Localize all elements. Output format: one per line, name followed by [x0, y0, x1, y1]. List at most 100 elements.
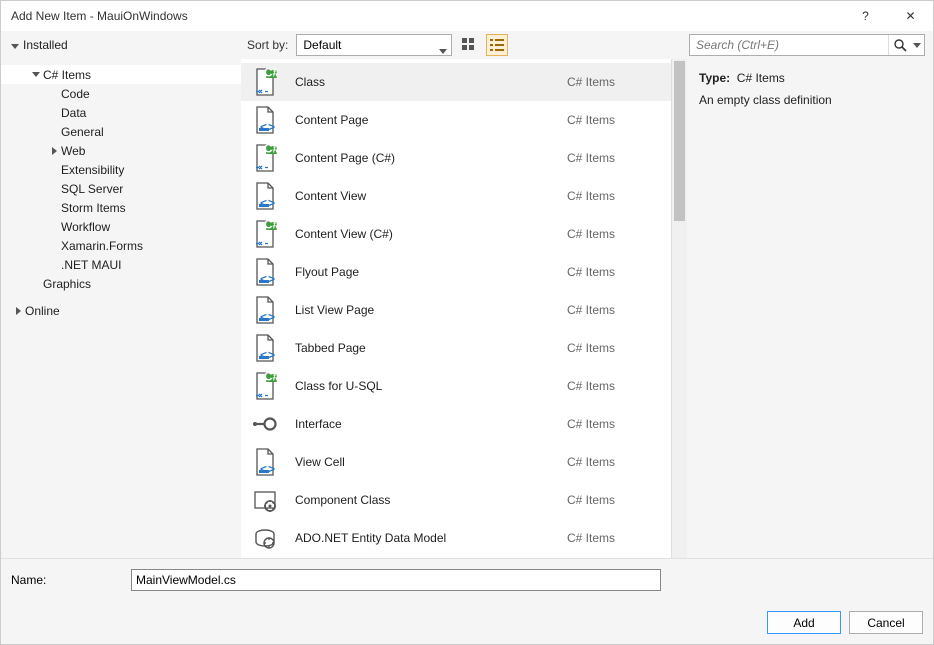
tree-item-label: Web	[61, 144, 85, 158]
template-row[interactable]: Class for U-SQL C# Items	[241, 367, 671, 405]
template-row[interactable]: Tabbed PageC# Items	[241, 329, 671, 367]
template-name: Interface	[295, 417, 551, 431]
template-category: C# Items	[567, 75, 657, 89]
view-list-button[interactable]	[486, 34, 508, 56]
template-row[interactable]: Flyout Page C# Items	[241, 253, 671, 291]
chevron-down-icon	[29, 72, 43, 77]
component-icon	[251, 486, 279, 514]
template-row[interactable]: View CellC# Items	[241, 443, 671, 481]
search-dropdown-button[interactable]	[910, 35, 924, 55]
template-name: Flyout Page	[295, 265, 551, 279]
close-button[interactable]: ✕	[888, 1, 933, 31]
chevron-down-icon	[11, 38, 19, 52]
tree-item-label: C# Items	[43, 68, 91, 82]
tree-item[interactable]: Graphics	[1, 274, 241, 293]
footer: Name: Add Cancel	[1, 558, 933, 644]
template-row[interactable]: Interface C# Items	[241, 405, 671, 443]
template-row[interactable]: Content Page (C#) C# Items	[241, 139, 671, 177]
cancel-button[interactable]: Cancel	[849, 611, 923, 634]
name-input[interactable]	[131, 569, 661, 591]
tree-item-label: Data	[61, 106, 86, 120]
template-category: C# Items	[567, 341, 657, 355]
tree-item[interactable]: .NET MAUI	[1, 255, 241, 274]
titlebar: Add New Item - MauiOnWindows ? ✕	[1, 1, 933, 31]
scrollbar-thumb[interactable]	[674, 61, 685, 221]
type-value: C# Items	[737, 71, 785, 85]
tree-item[interactable]: Data	[1, 103, 241, 122]
cs-icon	[251, 372, 279, 400]
tree-item-label: General	[61, 125, 104, 139]
sort-by-value: Default	[303, 38, 341, 52]
view-tiles-button[interactable]	[458, 34, 480, 56]
tree-item[interactable]: Xamarin.Forms	[1, 236, 241, 255]
details-panel: Type: C# Items An empty class definition	[687, 59, 933, 558]
template-row[interactable]: Component ClassC# Items	[241, 481, 671, 519]
add-button[interactable]: Add	[767, 611, 841, 634]
template-row[interactable]: List View Page C# Items	[241, 291, 671, 329]
template-category: C# Items	[567, 265, 657, 279]
xaml-icon	[251, 448, 279, 476]
scrollbar[interactable]	[671, 59, 687, 558]
template-row[interactable]: Content View (C#)C# Items	[241, 215, 671, 253]
template-row[interactable]: Content View C# Items	[241, 177, 671, 215]
tree-item[interactable]: General	[1, 122, 241, 141]
tree-item-label: .NET MAUI	[61, 258, 121, 272]
tree-item[interactable]: SQL Server	[1, 179, 241, 198]
sort-by-label: Sort by:	[247, 38, 288, 52]
template-row[interactable]: Content PageC# Items	[241, 101, 671, 139]
type-label: Type:	[699, 71, 730, 85]
template-category: C# Items	[567, 151, 657, 165]
template-name: Class	[295, 75, 551, 89]
template-category: C# Items	[567, 531, 657, 545]
template-name: Content Page	[295, 113, 551, 127]
template-name: Content Page (C#)	[295, 151, 551, 165]
name-label: Name:	[11, 573, 121, 587]
help-button[interactable]: ?	[843, 1, 888, 31]
installed-tab[interactable]: Installed	[11, 38, 68, 52]
tree-item[interactable]: C# Items	[1, 65, 241, 84]
xaml-icon	[251, 296, 279, 324]
template-row[interactable]: Class C# Items	[241, 63, 671, 101]
template-category: C# Items	[567, 493, 657, 507]
template-name: View Cell	[295, 455, 551, 469]
chevron-down-icon	[913, 43, 921, 48]
type-description: An empty class definition	[699, 93, 921, 107]
chevron-right-icon	[47, 147, 61, 155]
template-name: Content View	[295, 189, 551, 203]
xaml-icon	[251, 334, 279, 362]
tree-item-label: Workflow	[61, 220, 110, 234]
tree-item[interactable]: Workflow	[1, 217, 241, 236]
xaml-icon	[251, 258, 279, 286]
tree-item[interactable]: Storm Items	[1, 198, 241, 217]
tiles-icon	[462, 38, 476, 52]
sort-by-select[interactable]: Default	[296, 34, 452, 56]
toolbar: Installed Sort by: Default	[1, 31, 933, 59]
ado-icon	[251, 524, 279, 552]
tree-item[interactable]: Code	[1, 84, 241, 103]
tree-item-label: Graphics	[43, 277, 91, 291]
cs-icon	[251, 220, 279, 248]
search-input[interactable]	[690, 38, 888, 52]
search-icon	[893, 38, 907, 52]
template-name: Class for U-SQL	[295, 379, 551, 393]
template-category: C# Items	[567, 379, 657, 393]
interface-icon	[251, 410, 279, 438]
template-category: C# Items	[567, 189, 657, 203]
cs-icon	[251, 68, 279, 96]
chevron-down-icon	[439, 43, 447, 57]
online-tab[interactable]: Online	[1, 301, 241, 320]
template-name: Content View (C#)	[295, 227, 551, 241]
template-name: List View Page	[295, 303, 551, 317]
tree-item[interactable]: Web	[1, 141, 241, 160]
tree-item-label: Xamarin.Forms	[61, 239, 143, 253]
tree-item[interactable]: Extensibility	[1, 160, 241, 179]
template-row[interactable]: ADO.NET Entity Data ModelC# Items	[241, 519, 671, 557]
template-category: C# Items	[567, 417, 657, 431]
window-title: Add New Item - MauiOnWindows	[11, 9, 843, 23]
search-box[interactable]	[689, 34, 925, 56]
template-row[interactable]: Application Configuration FileC# Items	[241, 557, 671, 558]
search-button[interactable]	[888, 35, 910, 55]
tree-item-label: Code	[61, 87, 90, 101]
template-category: C# Items	[567, 303, 657, 317]
cs-icon	[251, 144, 279, 172]
